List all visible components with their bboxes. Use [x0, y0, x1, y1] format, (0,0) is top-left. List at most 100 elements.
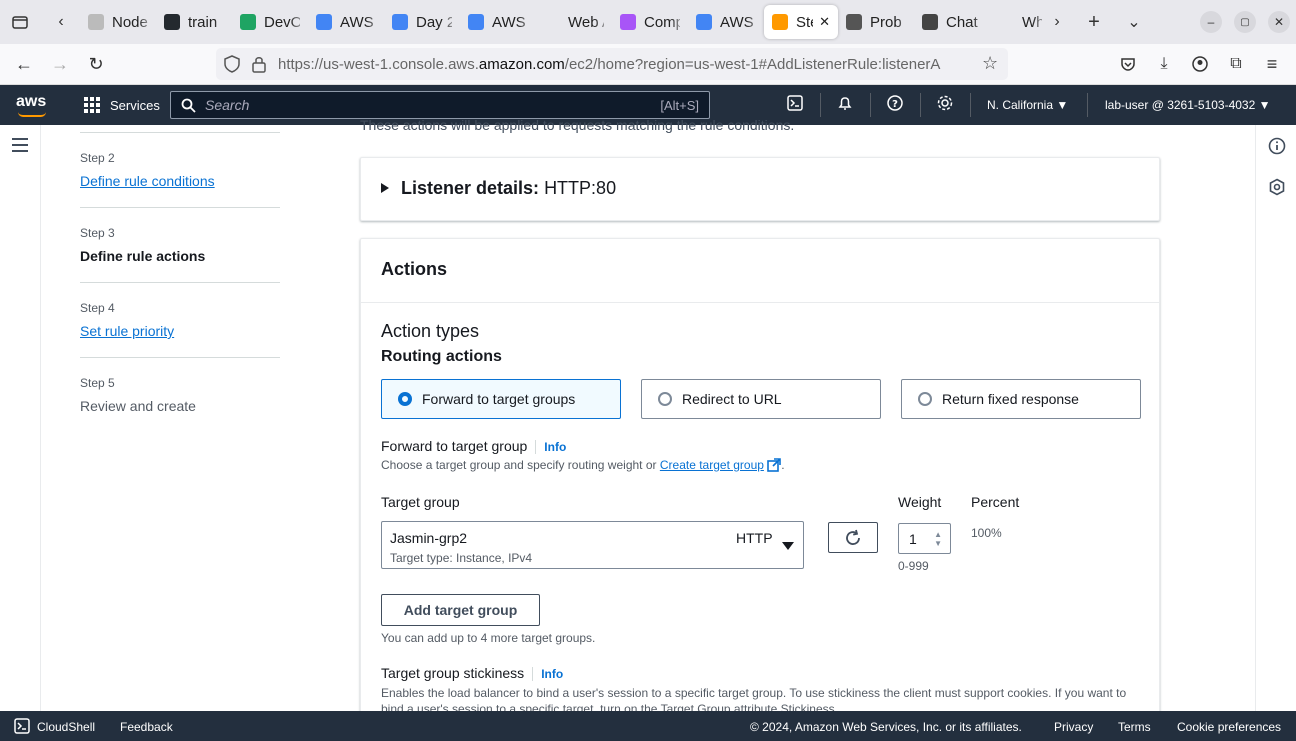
tab-favicon-icon	[922, 14, 938, 30]
forward-icon[interactable]: →	[44, 48, 76, 80]
target-group-select[interactable]: Jasmin-grp2 Target type: Instance, IPv4 …	[381, 521, 804, 569]
browser-tab[interactable]: Chat	[914, 5, 990, 39]
stepper-icon[interactable]: ▲ ▼	[934, 530, 942, 548]
region-selector[interactable]: N. California ▼	[987, 98, 1068, 112]
browser-tab[interactable]: Ste ✕	[764, 5, 838, 39]
radio-forward-target-groups[interactable]: Forward to target groups	[381, 379, 621, 419]
radio-unselected-icon	[658, 392, 672, 406]
nav-separator	[1087, 93, 1088, 117]
search-input[interactable]	[205, 97, 625, 113]
privacy-link[interactable]: Privacy	[1054, 720, 1093, 734]
aws-logo[interactable]: aws	[16, 93, 46, 111]
notifications-bell-icon[interactable]	[835, 95, 855, 116]
pocket-icon[interactable]	[1112, 48, 1144, 80]
tab-fade	[670, 5, 688, 39]
tabs-scroll-right-icon[interactable]: ›	[1041, 6, 1073, 38]
grid-icon	[84, 97, 100, 113]
reload-icon[interactable]: ↻	[80, 48, 112, 80]
weight-input[interactable]: 1 ▲ ▼	[898, 523, 951, 554]
external-link-icon[interactable]	[767, 458, 782, 475]
browser-tab[interactable]: train	[156, 5, 232, 39]
browser-tab[interactable]: DevO	[232, 5, 308, 39]
step-link-define-conditions[interactable]: Define rule conditions	[80, 173, 280, 189]
tab-favicon-icon	[998, 14, 1014, 30]
cookie-preferences-link[interactable]: Cookie preferences	[1177, 720, 1281, 734]
refresh-button[interactable]	[828, 522, 878, 553]
svg-text:?: ?	[892, 99, 898, 110]
browser-tab-strip: ‹ Node ExtrainDevOAWSDay 2AWSWeb ApCompA…	[0, 0, 1296, 44]
search-box[interactable]: [Alt+S]	[170, 91, 710, 119]
tab-favicon-icon	[846, 14, 862, 30]
lock-icon[interactable]	[252, 55, 266, 78]
services-menu[interactable]: Services	[84, 97, 160, 113]
add-target-group-note: You can add up to 4 more target groups.	[381, 631, 596, 645]
new-tab-icon[interactable]: +	[1078, 6, 1110, 38]
maximize-icon[interactable]: ▢	[1229, 6, 1261, 38]
url-bar[interactable]: https://us-west-1.console.aws.amazon.com…	[216, 48, 1008, 80]
account-menu[interactable]: lab-user @ 3261-5103-4032 ▼	[1105, 98, 1271, 112]
tab-favicon-icon	[468, 14, 484, 30]
extensions-icon[interactable]: ⧉	[1220, 48, 1252, 80]
radio-selected-icon	[398, 392, 412, 406]
bookmark-star-icon[interactable]: ☆	[982, 53, 998, 74]
target-group-name: Jasmin-grp2	[390, 530, 468, 546]
cloudshell-icon[interactable]	[785, 95, 805, 116]
url-text[interactable]: https://us-west-1.console.aws.amazon.com…	[278, 56, 978, 73]
shield-icon[interactable]	[224, 55, 240, 78]
hamburger-menu-icon[interactable]	[11, 138, 29, 157]
tab-fade	[442, 5, 460, 39]
tutorial-panel-icon[interactable]	[1268, 178, 1286, 201]
wizard-steps: Step 2 Define rule conditions Step 3 Def…	[80, 125, 280, 432]
radio-fixed-response[interactable]: Return fixed response	[901, 379, 1141, 419]
close-tab-icon[interactable]: ✕	[819, 14, 830, 30]
tab-overview-icon[interactable]	[4, 6, 36, 38]
radio-redirect-url[interactable]: Redirect to URL	[641, 379, 881, 419]
nav-separator	[970, 93, 971, 117]
weight-range-hint: 0-999	[898, 559, 929, 573]
info-panel-icon[interactable]	[1268, 137, 1286, 160]
cloudshell-footer-icon[interactable]	[14, 718, 30, 737]
browser-tab[interactable]: Prob	[838, 5, 914, 39]
step-number: Step 5	[80, 376, 115, 390]
menu-icon[interactable]: ≡	[1256, 48, 1288, 80]
tab-fade	[366, 5, 384, 39]
minimize-icon[interactable]: –	[1195, 6, 1227, 38]
back-icon[interactable]: ←	[8, 48, 40, 80]
help-icon[interactable]: ?	[885, 95, 905, 116]
radio-unselected-icon	[918, 392, 932, 406]
forward-description: Choose a target group and specify routin…	[381, 458, 785, 475]
copyright-text: © 2024, Amazon Web Services, Inc. or its…	[750, 720, 1022, 734]
downloads-icon[interactable]: ⤓	[1148, 48, 1180, 80]
account-icon[interactable]	[1184, 48, 1216, 80]
info-link[interactable]: Info	[544, 440, 566, 454]
listener-details-expander[interactable]: Listener details: HTTP:80	[360, 157, 1160, 221]
terms-link[interactable]: Terms	[1118, 720, 1151, 734]
settings-gear-icon[interactable]	[935, 95, 955, 116]
tab-fade	[138, 5, 156, 39]
browser-tab[interactable]: AWS	[308, 5, 384, 39]
browser-tab[interactable]: Comp	[612, 5, 688, 39]
tab-fade	[214, 5, 232, 39]
browser-tab[interactable]: Node Ex	[80, 5, 156, 39]
tab-fade	[518, 5, 536, 39]
create-target-group-link[interactable]: Create target group	[660, 458, 764, 472]
step-5: Step 5 Review and create	[80, 357, 280, 432]
browser-tab[interactable]: Web Ap	[536, 5, 612, 39]
tabs-scroll-left-icon[interactable]: ‹	[45, 6, 77, 38]
tab-list-icon[interactable]: ⌄	[1118, 6, 1150, 38]
step-number: Step 4	[80, 301, 115, 315]
browser-tab[interactable]: AWS	[688, 5, 764, 39]
browser-tab[interactable]: AWS	[460, 5, 536, 39]
info-link[interactable]: Info	[541, 667, 563, 681]
right-rail	[1255, 125, 1296, 711]
browser-tab[interactable]: Day 2	[384, 5, 460, 39]
feedback-link[interactable]: Feedback	[120, 720, 173, 734]
tab-fade	[972, 5, 990, 39]
tab-favicon-icon	[544, 14, 560, 30]
cloudshell-link[interactable]: CloudShell	[37, 720, 95, 734]
close-window-icon[interactable]: ✕	[1263, 6, 1295, 38]
nav-separator	[870, 93, 871, 117]
add-target-group-button[interactable]: Add target group	[381, 594, 540, 626]
step-link-set-priority[interactable]: Set rule priority	[80, 323, 280, 339]
tab-fade	[594, 5, 612, 39]
